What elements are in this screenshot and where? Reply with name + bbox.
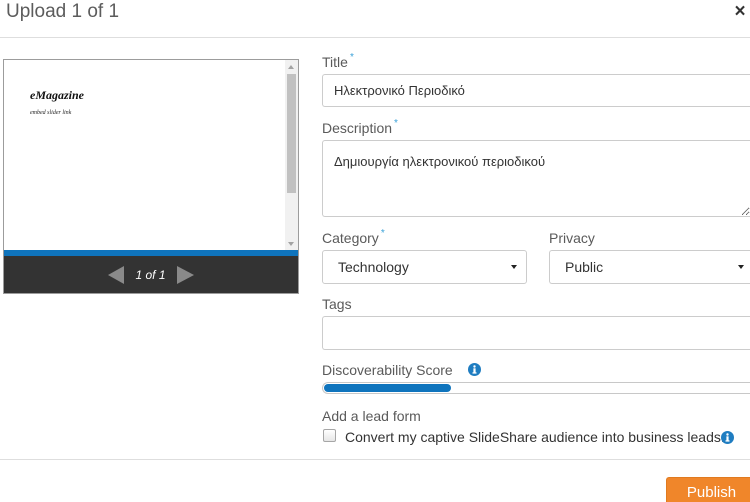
privacy-select[interactable]: Public xyxy=(549,250,750,284)
discoverability-label: Discoverability Score xyxy=(322,362,453,378)
pager-bar: 1 of 1 xyxy=(4,256,298,293)
category-label-text: Category xyxy=(322,230,379,246)
discoverability-score-bar xyxy=(322,382,750,394)
lead-form-checkbox[interactable] xyxy=(323,429,336,442)
category-required-mark: * xyxy=(380,228,385,239)
scroll-up-icon[interactable] xyxy=(288,65,294,69)
slide-subtitle: embed slider link xyxy=(30,110,72,116)
info-icon[interactable] xyxy=(468,363,481,376)
footer-divider xyxy=(0,459,750,460)
page-counter: 1 of 1 xyxy=(135,267,166,282)
dialog-title: Upload 1 of 1 xyxy=(6,1,120,22)
lead-form-label: Add a lead form xyxy=(322,408,421,424)
privacy-select-value: Public xyxy=(565,259,604,275)
title-required-mark: * xyxy=(349,52,354,63)
lead-form-info-icon[interactable] xyxy=(721,431,734,444)
info-icon[interactable] xyxy=(721,431,734,444)
lead-form-checkbox-label[interactable]: Convert my captive SlideShare audience i… xyxy=(345,429,725,445)
description-label-text: Description xyxy=(322,120,393,136)
title-input[interactable] xyxy=(322,74,750,107)
title-label-text: Title xyxy=(322,54,348,70)
discoverability-info-icon[interactable] xyxy=(468,363,481,376)
previous-slide-icon[interactable] xyxy=(108,265,125,284)
chevron-down-icon xyxy=(738,265,744,269)
slide-preview: eMagazine embed slider link 1 of 1 xyxy=(3,59,299,294)
scroll-thumb[interactable] xyxy=(287,74,296,193)
slide-title: eMagazine xyxy=(30,88,84,102)
scroll-down-icon[interactable] xyxy=(288,242,294,246)
category-select[interactable]: Technology xyxy=(322,250,527,284)
category-select-value: Technology xyxy=(338,259,409,275)
chevron-down-icon xyxy=(511,265,517,269)
header-divider xyxy=(0,37,750,38)
close-button[interactable]: × xyxy=(733,1,747,23)
discoverability-score-fill xyxy=(324,384,452,392)
tags-label: Tags xyxy=(322,296,352,312)
preview-scrollbar[interactable] xyxy=(285,60,298,250)
category-label: Category * xyxy=(322,228,385,247)
tags-input[interactable] xyxy=(322,316,750,350)
description-required-mark: * xyxy=(394,118,398,129)
privacy-label: Privacy xyxy=(549,230,595,246)
description-label: Description * xyxy=(322,118,398,137)
description-textarea[interactable]: Δημιουργία ηλεκτρονικού περιοδικού xyxy=(322,140,750,217)
publish-button[interactable]: Publish xyxy=(666,477,750,502)
title-label: Title * xyxy=(322,52,354,71)
next-slide-icon[interactable] xyxy=(176,265,194,284)
slide-canvas: eMagazine embed slider link xyxy=(4,60,285,250)
